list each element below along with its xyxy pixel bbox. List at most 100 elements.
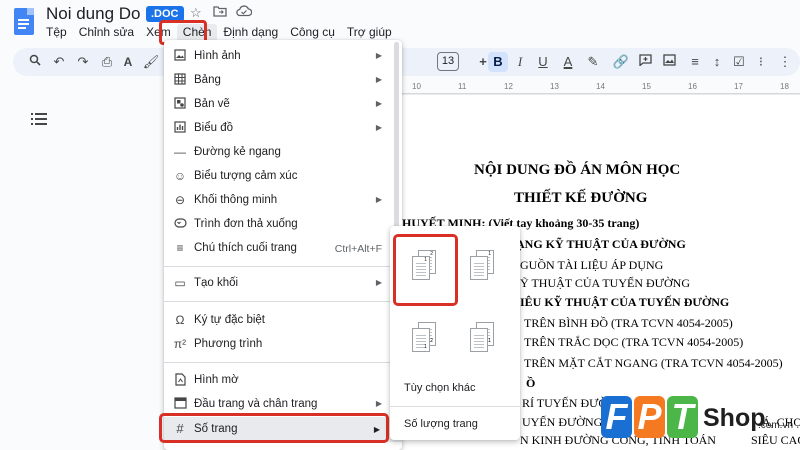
checklist-icon[interactable]: ☑ bbox=[729, 52, 749, 72]
page-number-bottom-right-option[interactable]: 2 1 bbox=[400, 310, 450, 368]
image-icon[interactable] bbox=[659, 52, 679, 72]
horizontal-ruler[interactable]: 10 11 12 13 14 15 16 17 18 bbox=[400, 80, 800, 94]
menu-item-drawing[interactable]: Bản vẽ ▶ bbox=[164, 94, 402, 116]
menu-item-building-blocks[interactable]: ▭ Tạo khối ▶ bbox=[164, 273, 402, 295]
table-icon bbox=[173, 73, 187, 87]
more-options-item[interactable]: Tùy chọn khác bbox=[404, 382, 476, 394]
menu-divider bbox=[164, 301, 402, 302]
menu-item-label: Hình ảnh bbox=[194, 50, 241, 62]
bulleted-list-icon[interactable]: ⁝ bbox=[751, 52, 771, 72]
page-number-top-right-skip-first-option[interactable]: 1 bbox=[458, 238, 508, 296]
menu-item-footnote[interactable]: ≡ Chú thích cuối trang Ctrl+Alt+F bbox=[164, 238, 402, 260]
logo-domain-text: .com.vn bbox=[758, 420, 794, 431]
menu-item-label: Khối thông minh bbox=[194, 194, 278, 206]
menu-item-equation[interactable]: π² Phương trình bbox=[164, 334, 402, 356]
logo-letter: T bbox=[667, 396, 698, 438]
comment-icon[interactable] bbox=[635, 52, 655, 72]
logo-letter: F bbox=[601, 396, 632, 438]
spellcheck-icon[interactable]: A bbox=[118, 52, 138, 72]
menu-item-table[interactable]: Bảng ▶ bbox=[164, 70, 402, 92]
submenu-divider bbox=[390, 406, 520, 407]
submenu-arrow-icon: ▶ bbox=[375, 51, 382, 60]
toolbar: ↶ ↷ ⎙ A 🖌 13 + B I U A ✎ 🔗 ≡ ↕ ☑ ⁝ ⋮ bbox=[13, 48, 800, 76]
menu-file[interactable]: Tệp bbox=[40, 24, 73, 42]
submenu-arrow-icon: ▶ bbox=[375, 99, 382, 108]
menu-item-dropdown[interactable]: Trình đơn thả xuống bbox=[164, 214, 402, 236]
menu-divider bbox=[164, 266, 402, 267]
insert-dropdown-menu: Hình ảnh ▶ Bảng ▶ Bản vẽ ▶ Biểu đồ ▶ — Đ… bbox=[164, 40, 402, 450]
cloud-status-icon[interactable] bbox=[236, 5, 253, 20]
doc-line: Ồ bbox=[526, 376, 536, 390]
fpt-shop-logo: F P T Shop .com.vn bbox=[600, 392, 800, 450]
menu-item-label: Chú thích cuối trang bbox=[194, 242, 297, 254]
building-block-icon: ▭ bbox=[174, 276, 186, 290]
doc-line: TRÊN BÌNH ĐỒ (TRA TCVN 4054-2005) bbox=[524, 316, 733, 330]
page-number-bottom-right-skip-first-option[interactable]: 1 bbox=[458, 310, 508, 368]
menu-item-label: Ký tự đặc biệt bbox=[194, 314, 265, 326]
submenu-arrow-icon: ▶ bbox=[375, 278, 382, 287]
font-size-field[interactable]: 13 bbox=[437, 52, 459, 71]
move-to-folder-icon[interactable] bbox=[213, 5, 227, 20]
menu-item-watermark[interactable]: Hình mờ bbox=[164, 370, 402, 392]
bold-icon[interactable]: B bbox=[488, 52, 508, 72]
paint-format-icon[interactable]: 🖌 bbox=[141, 52, 161, 72]
smart-chip-icon: ⊖ bbox=[174, 193, 186, 207]
page-numbers-highlight bbox=[159, 413, 389, 443]
ruler-tick: 12 bbox=[504, 82, 513, 91]
ruler-tick: 10 bbox=[412, 82, 421, 91]
document-outline-icon[interactable] bbox=[31, 112, 47, 126]
equation-icon: π² bbox=[173, 337, 187, 351]
emoji-icon: ☺ bbox=[173, 169, 187, 183]
menu-divider bbox=[164, 362, 402, 363]
shortcut-text: Ctrl+Alt+F bbox=[334, 243, 382, 255]
menu-item-special-characters[interactable]: Ω Ký tự đặc biệt bbox=[164, 310, 402, 332]
text-color-icon[interactable]: A bbox=[558, 52, 578, 72]
menu-item-label: Bảng bbox=[194, 74, 221, 86]
star-icon[interactable]: ☆ bbox=[190, 5, 202, 21]
doc-line: Ỹ THUẬT CỦA TUYẾN ĐƯỜNG bbox=[520, 276, 690, 290]
doc-heading: NỘI DUNG ĐỒ ÁN MÔN HỌC bbox=[474, 162, 681, 178]
footnote-icon: ≡ bbox=[176, 241, 184, 255]
redo-icon[interactable]: ↷ bbox=[73, 52, 93, 72]
menu-item-label: Biểu đồ bbox=[194, 122, 234, 134]
chart-icon bbox=[173, 121, 187, 135]
underline-icon[interactable]: U bbox=[533, 52, 553, 72]
page-count-item[interactable]: Số lượng trang bbox=[404, 418, 478, 430]
ruler-tick: 11 bbox=[458, 82, 467, 91]
highlight-icon[interactable]: ✎ bbox=[583, 52, 603, 72]
watermark-icon bbox=[173, 373, 187, 387]
align-icon[interactable]: ≡ bbox=[685, 52, 705, 72]
menu-item-chart[interactable]: Biểu đồ ▶ bbox=[164, 118, 402, 140]
doc-line: UYẾN ĐƯỜNG bbox=[522, 415, 603, 429]
line-spacing-icon[interactable]: ↕ bbox=[707, 52, 727, 72]
undo-icon[interactable]: ↶ bbox=[49, 52, 69, 72]
horizontal-line-icon: — bbox=[174, 145, 186, 159]
ruler-tick: 18 bbox=[780, 82, 789, 91]
menu-item-label: Biểu tượng cảm xúc bbox=[194, 170, 298, 182]
menu-item-image[interactable]: Hình ảnh ▶ bbox=[164, 46, 402, 68]
search-icon[interactable] bbox=[25, 52, 45, 72]
docs-logo-icon[interactable] bbox=[14, 8, 34, 35]
more-icon[interactable]: ⋮ bbox=[775, 52, 795, 72]
menu-item-horizontal-line[interactable]: — Đường kẻ ngang bbox=[164, 142, 402, 164]
doc-line: GUỒN TÀI LIỆU ÁP DỤNG bbox=[520, 258, 664, 272]
logo-letter: P bbox=[634, 396, 665, 438]
ruler-tick: 15 bbox=[642, 82, 651, 91]
menu-item-smart-chips[interactable]: ⊖ Khối thông minh ▶ bbox=[164, 190, 402, 212]
menu-item-label: Bản vẽ bbox=[194, 98, 230, 110]
menu-item-label: Phương trình bbox=[194, 338, 263, 350]
submenu-arrow-icon: ▶ bbox=[375, 75, 382, 84]
doc-line: RÍ TUYẾN ĐƯỜ bbox=[522, 396, 608, 410]
doc-line: TRÊN TRẮC DỌC (TRA TCVN 4054-2005) bbox=[524, 335, 744, 349]
print-icon[interactable]: ⎙ bbox=[97, 52, 117, 72]
link-icon[interactable]: 🔗 bbox=[611, 52, 631, 72]
italic-icon[interactable]: I bbox=[510, 52, 530, 72]
menu-edit[interactable]: Chỉnh sửa bbox=[73, 24, 140, 42]
logo-shop-text: Shop bbox=[703, 404, 766, 432]
doc-line: ẠNG KỸ THUẬT CỦA ĐƯỜNG bbox=[516, 237, 686, 251]
menu-item-label: Hình mờ bbox=[194, 374, 239, 386]
ruler-tick: 13 bbox=[550, 82, 559, 91]
omega-icon: Ω bbox=[175, 313, 185, 327]
menu-item-emoji[interactable]: ☺ Biểu tượng cảm xúc bbox=[164, 166, 402, 188]
doc-line: IÊU KỸ THUẬT CỦA TUYẾN ĐƯỜNG bbox=[520, 295, 730, 309]
